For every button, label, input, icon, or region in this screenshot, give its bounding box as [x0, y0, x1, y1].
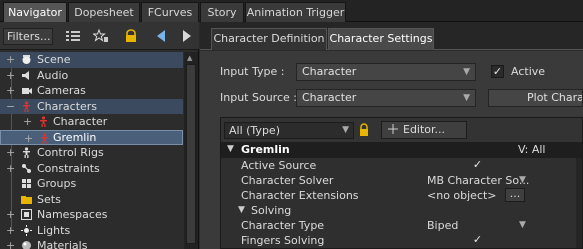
- collapse-triangle-icon[interactable]: ▼: [238, 203, 245, 218]
- scroll-up-icon[interactable]: ▲: [187, 54, 192, 62]
- top-tab-bar: Navigator Dopesheet FCurves Story Animat…: [0, 0, 583, 22]
- tree-item-control-rigs[interactable]: + Control Rigs: [0, 145, 183, 161]
- navigator-panel: Filters... + Scene + Audio + Cameras − C…: [0, 22, 199, 249]
- scene-icon: [22, 55, 31, 64]
- character-icon: [40, 116, 47, 127]
- scrollbar-thumb[interactable]: [186, 64, 196, 244]
- expand-icon[interactable]: +: [6, 83, 16, 98]
- property-row-fingers-solving: Fingers Solving ✓: [241, 233, 484, 247]
- tree-item-audio[interactable]: + Audio: [0, 68, 183, 84]
- crosshair-icon: [388, 123, 398, 134]
- property-row-character-solver: Character Solver MB Character So... ▼: [241, 173, 530, 188]
- list-view-icon[interactable]: [65, 29, 81, 43]
- collapse-triangle-icon[interactable]: ▼: [227, 142, 234, 157]
- browse-button[interactable]: ...: [505, 188, 525, 202]
- tab-animation-trigger[interactable]: Animation Trigger: [245, 2, 346, 22]
- tree-item-characters[interactable]: − Characters: [0, 98, 183, 114]
- tab-dopesheet[interactable]: Dopesheet: [68, 2, 140, 22]
- tree-item-cameras[interactable]: + Cameras: [0, 83, 183, 99]
- namespace-icon: [21, 209, 32, 220]
- property-editor: All (Type) ▼ Editor... ▼ Gremlin V: All: [220, 117, 583, 249]
- filters-button[interactable]: Filters...: [3, 28, 53, 45]
- input-type-dropdown[interactable]: Character ▼: [296, 63, 476, 81]
- collapse-icon[interactable]: −: [6, 99, 16, 114]
- expand-icon[interactable]: +: [6, 68, 16, 83]
- active-label: Active: [511, 65, 546, 78]
- chevron-down-icon: ▼: [519, 175, 526, 185]
- camera-icon: [22, 88, 32, 94]
- property-row-character-extensions: Character Extensions <no object> ...: [221, 188, 582, 203]
- arrow-left-icon[interactable]: [155, 29, 171, 43]
- arrow-right-icon[interactable]: [177, 29, 193, 43]
- expand-icon[interactable]: +: [6, 223, 16, 238]
- character-extensions-value: <no object>: [427, 189, 497, 202]
- plot-character-button[interactable]: Plot Charac: [488, 89, 583, 107]
- tab-story[interactable]: Story: [200, 2, 244, 22]
- control-rig-icon: [23, 147, 30, 158]
- active-source-checkbox[interactable]: ✓: [471, 159, 484, 172]
- favorites-icon[interactable]: [93, 29, 109, 43]
- audio-icon: [22, 70, 29, 80]
- tab-character-settings[interactable]: Character Settings: [328, 28, 434, 50]
- chevron-down-icon: ▼: [463, 93, 470, 103]
- input-type-label: Input Type :: [220, 65, 285, 78]
- character-icon: [41, 132, 48, 144]
- expand-icon[interactable]: +: [6, 238, 16, 249]
- characters-icon: [23, 100, 30, 112]
- character-type-dropdown[interactable]: Biped: [427, 218, 458, 233]
- chevron-down-icon: ▼: [342, 125, 349, 135]
- property-toolbar: All (Type) ▼ Editor...: [221, 118, 582, 142]
- character-tab-bar: Character Definition Character Settings: [200, 22, 583, 50]
- tree-item-sets[interactable]: Sets: [0, 192, 183, 208]
- navigator-tree: + Scene + Audio + Cameras − Characters +…: [0, 52, 183, 249]
- character-panel: Character Definition Character Settings …: [200, 22, 583, 249]
- light-icon: [21, 224, 32, 236]
- character-solver-dropdown[interactable]: MB Character So...: [427, 173, 529, 188]
- type-filter-dropdown[interactable]: All (Type) ▼: [224, 122, 354, 139]
- group-icon: [22, 179, 31, 188]
- tree-item-gremlin[interactable]: + Gremlin: [0, 129, 183, 146]
- expand-icon[interactable]: +: [6, 161, 16, 176]
- tree-item-lights[interactable]: + Lights: [0, 223, 183, 239]
- expand-icon[interactable]: +: [23, 114, 33, 129]
- property-row-active-source: Active Source ✓: [241, 158, 484, 172]
- tree-item-groups[interactable]: Groups: [0, 176, 183, 192]
- tree-item-scene[interactable]: + Scene: [0, 52, 183, 68]
- expand-icon[interactable]: +: [24, 131, 34, 146]
- chevron-down-icon: ▼: [463, 67, 470, 77]
- expand-icon[interactable]: +: [6, 207, 16, 222]
- tree-item-constraints[interactable]: + Constraints: [0, 161, 183, 177]
- tab-fcurves[interactable]: FCurves: [141, 2, 199, 22]
- input-source-label: Input Source :: [220, 91, 297, 104]
- material-icon: [22, 241, 31, 249]
- folder-icon: [21, 195, 32, 204]
- lock-icon[interactable]: [358, 123, 370, 137]
- tree-item-materials[interactable]: + Materials: [0, 238, 183, 249]
- property-row-character-type: Character Type Biped ▼: [241, 218, 526, 233]
- group-header-gremlin[interactable]: ▼ Gremlin V: All: [221, 142, 582, 158]
- expand-icon[interactable]: +: [6, 145, 16, 160]
- chevron-down-icon: ▼: [519, 220, 526, 230]
- tab-navigator[interactable]: Navigator: [3, 2, 67, 22]
- tree-item-namespaces[interactable]: + Namespaces: [0, 207, 183, 223]
- tab-character-definition[interactable]: Character Definition: [211, 28, 327, 50]
- property-scrollbar[interactable]: [576, 158, 582, 248]
- editor-button[interactable]: Editor...: [381, 121, 467, 139]
- fingers-solving-checkbox[interactable]: ✓: [471, 234, 484, 247]
- active-checkbox[interactable]: ✓: [491, 65, 504, 78]
- tree-item-character[interactable]: + Character: [0, 114, 183, 130]
- property-row-solving[interactable]: ▼ Solving: [221, 203, 582, 218]
- constraint-icon: [22, 163, 31, 173]
- navigator-scrollbar[interactable]: ▲: [184, 52, 198, 249]
- input-source-dropdown[interactable]: Character ▼: [296, 89, 476, 107]
- navigator-toolbar: Filters...: [0, 22, 199, 50]
- character-settings: Input Type : Character ▼ ✓ Active Input …: [200, 51, 583, 249]
- lock-icon[interactable]: [123, 29, 139, 43]
- expand-icon[interactable]: +: [6, 52, 16, 67]
